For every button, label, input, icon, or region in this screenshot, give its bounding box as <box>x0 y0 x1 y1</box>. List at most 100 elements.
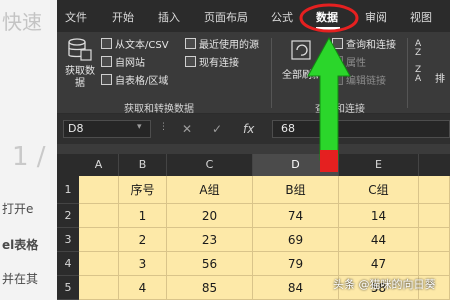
tab-formulas[interactable]: 公式 <box>271 9 293 25</box>
column-header-e[interactable]: E <box>339 154 419 176</box>
queries-connections-label: 查询和连接 <box>346 40 396 51</box>
table-cell[interactable]: 44 <box>339 228 419 252</box>
column-header-d[interactable]: D <box>253 154 339 176</box>
table-header-cell[interactable]: B组 <box>253 176 339 204</box>
watermark: 头条 @猫咪的向日葵 <box>333 278 436 291</box>
from-text-csv-button[interactable]: 从文本/CSV <box>101 36 169 51</box>
table-cell[interactable]: 1 <box>119 204 167 228</box>
table-cell[interactable] <box>419 228 450 252</box>
table-header-cell[interactable]: C组 <box>339 176 419 204</box>
tab-review[interactable]: 审阅 <box>365 9 387 25</box>
cancel-icon[interactable]: ✕ <box>182 122 192 136</box>
row-header-5[interactable]: 5 <box>57 276 79 300</box>
row-header-1[interactable]: 1 <box>57 176 79 204</box>
tab-page-layout[interactable]: 页面布局 <box>204 9 248 25</box>
sort-za-icon[interactable]: ZA <box>415 66 429 86</box>
sort-button[interactable]: 排 <box>435 40 450 90</box>
cell-a3[interactable] <box>79 228 119 252</box>
more-options-icon: ⋮ <box>159 122 168 132</box>
tab-data[interactable]: 数据 <box>316 9 338 25</box>
table-header-cell[interactable]: A组 <box>167 176 253 204</box>
recent-sources-label: 最近使用的源 <box>199 40 259 51</box>
from-table-range-label: 自表格/区域 <box>115 76 169 87</box>
properties-label: 属性 <box>346 58 366 69</box>
formula-input[interactable]: 68 <box>272 120 450 138</box>
table-cell[interactable]: 20 <box>167 204 253 228</box>
ribbon-separator-2 <box>407 38 408 108</box>
existing-connections-label: 现有连接 <box>199 58 239 69</box>
background-line-2: el表格 <box>2 238 39 252</box>
cell-a4[interactable] <box>79 252 119 276</box>
get-data-label: 获取数 据 <box>65 66 95 89</box>
sort-label: 排 <box>435 74 445 85</box>
tab-view[interactable]: 视图 <box>410 9 432 25</box>
name-box-dropdown-icon[interactable]: ▾ <box>137 122 142 132</box>
table-cell[interactable] <box>419 176 450 204</box>
row-header-3[interactable]: 3 <box>57 228 79 252</box>
row-header-4[interactable]: 4 <box>57 252 79 276</box>
column-header-row: A B C D E <box>57 154 450 176</box>
formula-bar: D8 ▾ ⋮ ✕ ✓ fx 68 <box>57 114 450 144</box>
table-cell[interactable]: 3 <box>119 252 167 276</box>
tab-home[interactable]: 开始 <box>112 9 134 25</box>
cell-a5[interactable] <box>79 276 119 300</box>
sort-az-icon[interactable]: AZ <box>415 40 429 60</box>
table-cell[interactable]: 14 <box>339 204 419 228</box>
background-line-3: 并在其 <box>2 272 39 286</box>
recent-sources-button[interactable]: 最近使用的源 <box>185 36 259 51</box>
table-cell[interactable]: 85 <box>167 276 253 300</box>
row-header-2[interactable]: 2 <box>57 204 79 228</box>
background-step-number: 1 / <box>12 142 46 172</box>
active-tab-indicator <box>316 27 340 30</box>
database-icon <box>68 38 92 61</box>
cell-a1[interactable] <box>79 176 119 204</box>
web-page-icon <box>101 56 112 67</box>
table-header-cell[interactable]: 序号 <box>119 176 167 204</box>
properties-button[interactable]: 属性 <box>332 54 366 69</box>
ribbon-separator <box>271 38 272 108</box>
from-web-button[interactable]: 自网站 <box>101 54 145 69</box>
tab-file[interactable]: 文件 <box>65 9 87 25</box>
queries-connections-button[interactable]: 查询和连接 <box>332 36 396 51</box>
table-cell[interactable]: 47 <box>339 252 419 276</box>
table-cell[interactable]: 79 <box>253 252 339 276</box>
column-header-a[interactable]: A <box>79 154 119 176</box>
background-document: 快速 1 / 打开e el表格 并在其 <box>0 0 60 300</box>
edit-links-label: 编辑链接 <box>346 76 386 87</box>
from-table-range-button[interactable]: 自表格/区域 <box>101 72 168 87</box>
cell-a2[interactable] <box>79 204 119 228</box>
text-file-icon <box>101 38 112 49</box>
ribbon-panel: 获取数 据 从文本/CSV 自网站 自表格/区域 最近使用的源 现有连接 获取和… <box>57 32 450 115</box>
background-title: 快速 <box>2 10 42 34</box>
table-icon <box>101 74 112 85</box>
table-cell[interactable]: 74 <box>253 204 339 228</box>
edit-links-icon <box>332 74 343 85</box>
column-header-b[interactable]: B <box>119 154 167 176</box>
recent-sources-icon <box>185 38 196 49</box>
table-cell[interactable]: 2 <box>119 228 167 252</box>
background-line-1: 打开e <box>2 202 34 216</box>
column-header-c[interactable]: C <box>167 154 253 176</box>
existing-connections-button[interactable]: 现有连接 <box>185 54 239 69</box>
refresh-all-label: 全部刷新 <box>282 70 322 81</box>
table-cell[interactable]: 23 <box>167 228 253 252</box>
excel-window: 文件 开始 插入 页面布局 公式 数据 审阅 视图 获取数 据 从文本/CSV … <box>57 0 450 300</box>
connections-icon <box>185 56 196 67</box>
edit-links-button[interactable]: 编辑链接 <box>332 72 386 87</box>
get-data-button[interactable]: 获取数 据 <box>63 38 97 96</box>
table-cell[interactable]: 4 <box>119 276 167 300</box>
table-cell[interactable]: 56 <box>167 252 253 276</box>
table-cell[interactable] <box>419 204 450 228</box>
screenshot-stage: 快速 1 / 打开e el表格 并在其 文件 开始 插入 页面布局 公式 数据 … <box>0 0 450 300</box>
table-cell[interactable] <box>419 252 450 276</box>
tab-insert[interactable]: 插入 <box>158 9 180 25</box>
table-cell[interactable]: 69 <box>253 228 339 252</box>
select-all-corner[interactable] <box>57 154 79 176</box>
insert-function-icon[interactable]: fx <box>243 122 254 136</box>
table-cell[interactable]: 84 <box>253 276 339 300</box>
ribbon-tab-bar: 文件 开始 插入 页面布局 公式 数据 审阅 视图 <box>57 0 450 32</box>
from-text-csv-label: 从文本/CSV <box>115 40 169 51</box>
enter-icon[interactable]: ✓ <box>212 122 222 136</box>
refresh-all-button[interactable]: 全部刷新 <box>275 38 329 96</box>
queries-icon <box>332 38 343 49</box>
